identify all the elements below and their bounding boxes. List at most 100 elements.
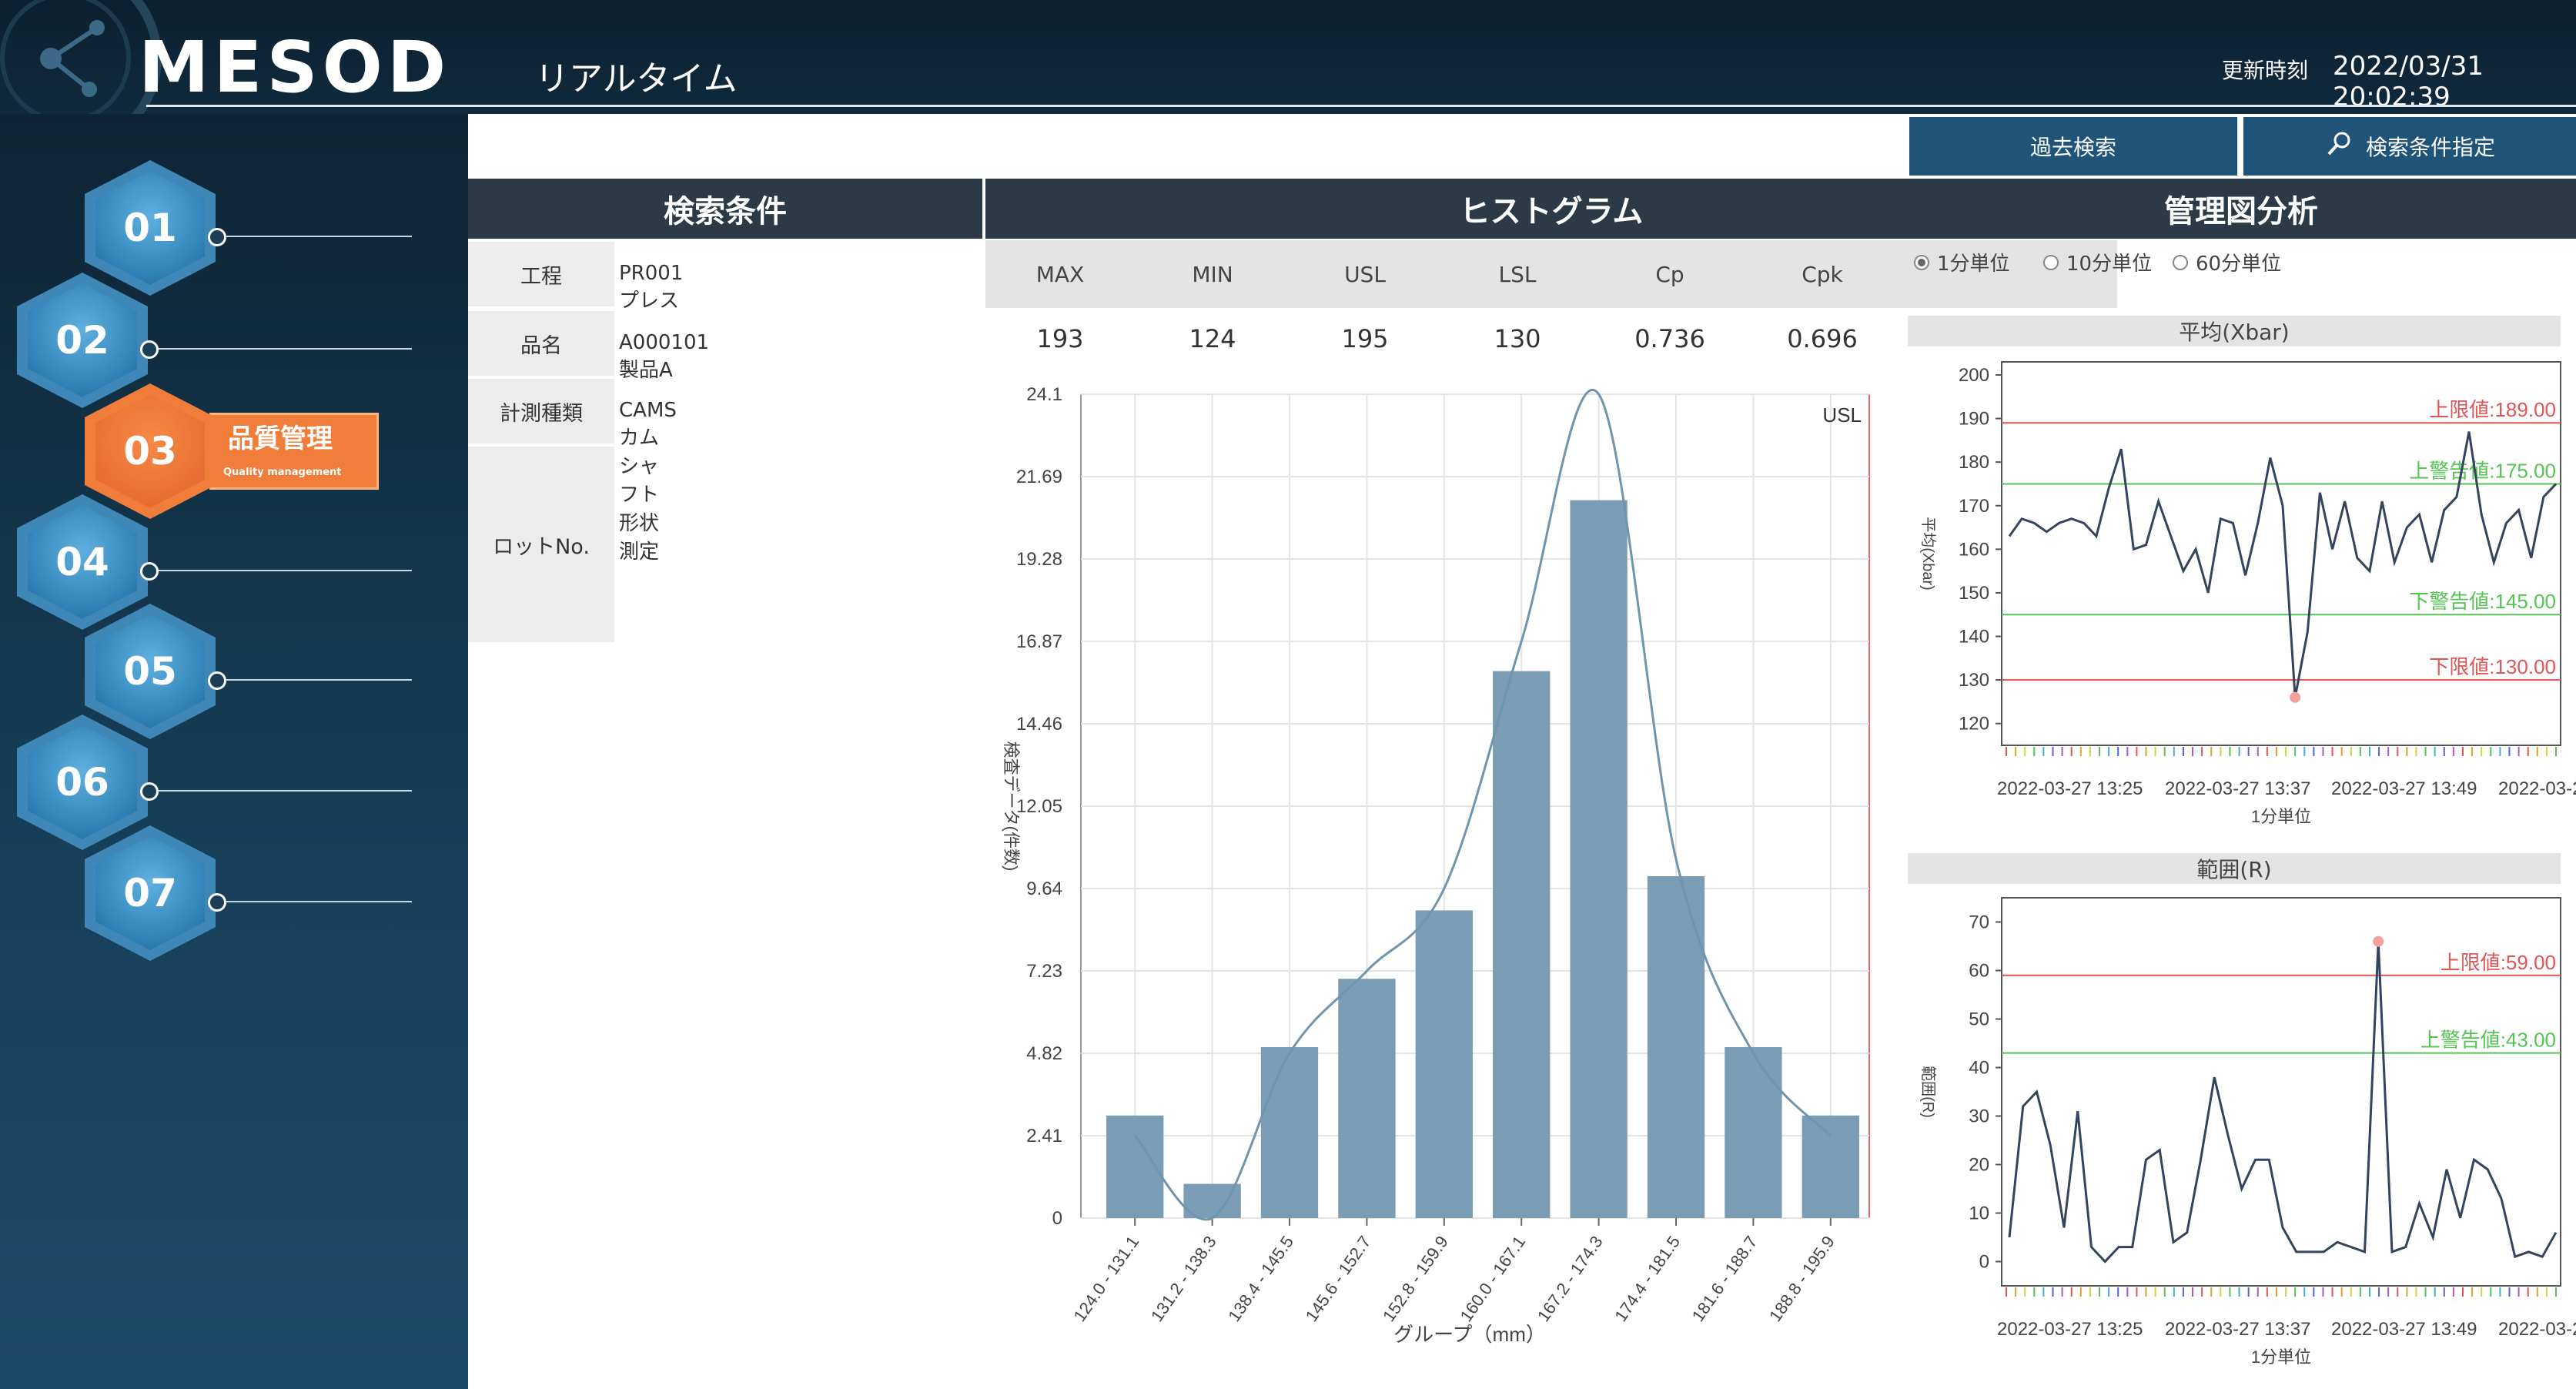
radio-label: 60分単位 [2196, 253, 2282, 276]
nav-number: 07 [95, 836, 205, 950]
outlier-point[interactable] [2290, 691, 2301, 703]
y-tick-label: 140 [1959, 627, 1989, 648]
nav-connector-line [223, 679, 412, 681]
y-tick-label: 160 [1959, 539, 1989, 560]
y-tick-label: 20 [1969, 1155, 1989, 1176]
nav-item-title: 品質管理 [228, 423, 333, 454]
nav-number: 06 [28, 725, 137, 839]
hist-y-tick: 2.41 [1026, 1126, 1062, 1146]
hist-y-tick: 14.46 [1016, 714, 1062, 735]
y-tick-label: 30 [1969, 1106, 1989, 1127]
header-divider [146, 105, 2576, 107]
hist-x-tick: 138.4 - 145.5 [1224, 1233, 1297, 1326]
histogram-bar [1725, 1047, 1782, 1218]
condition-label: 計測種類 [468, 379, 614, 443]
histogram-bar [1493, 671, 1551, 1218]
hist-x-tick: 167.2 - 174.3 [1534, 1233, 1607, 1326]
usl-label: USL [1822, 403, 1862, 427]
nav-connector-line [223, 236, 412, 237]
hist-y-tick: 4.82 [1026, 1043, 1062, 1064]
x-axis-label: 1分単位 [2251, 1347, 2311, 1367]
y-tick-label: 60 [1969, 961, 1989, 982]
stat-label: LSL [1498, 261, 1537, 287]
nav-number: 01 [95, 171, 205, 285]
xbar-chart: 120 130 140 150 160 170 180 190 200 上限値:189.00 上警告… [1919, 361, 2576, 826]
radio-option[interactable]: 60分単位 [2173, 248, 2281, 276]
hist-x-tick: 181.6 - 188.7 [1688, 1233, 1761, 1326]
y-tick-label: 180 [1959, 452, 1989, 473]
hist-x-tick: 131.2 - 138.3 [1147, 1233, 1220, 1326]
y-tick-label: 200 [1959, 365, 1989, 386]
y-tick-label: 0 [1979, 1252, 1989, 1273]
hist-y-tick: 7.23 [1026, 961, 1062, 982]
stat-label: Cp [1655, 261, 1684, 287]
outlier-point[interactable] [2373, 935, 2384, 947]
histogram-bar [1647, 876, 1705, 1218]
hist-y-label: 検査データ(件数) [1002, 741, 1021, 872]
control-panel-title: 管理図分析 [1906, 179, 2576, 239]
nav-number: 04 [28, 505, 137, 619]
condition-label: 品名 [468, 311, 614, 376]
x-tick-label: 2022-03-27 14:01 [2498, 778, 2576, 799]
condition-value: PR001 プレス [619, 262, 684, 313]
hist-x-tick: 145.6 - 152.7 [1302, 1233, 1375, 1326]
stat-value: 195 [1341, 324, 1389, 353]
limit-label: 下警告値:145.00 [2409, 590, 2556, 613]
radio-dot-icon [2043, 254, 2059, 270]
y-tick-label: 10 [1969, 1203, 1989, 1224]
x-tick-label: 2022-03-27 13:49 [2331, 778, 2477, 799]
top-bar: MESOD リアルタイム 更新時刻 2022/03/31 20:02:39 [0, 0, 2576, 154]
x-tick-label: 2022-03-27 14:01 [2498, 1319, 2576, 1340]
nav-connector-line [156, 570, 412, 571]
past-search-button[interactable]: 過去検索 [1909, 117, 2237, 176]
brand-logo: MESOD [139, 26, 451, 109]
radio-option[interactable]: 1分単位 [1914, 248, 2010, 276]
limit-label: 上限値:189.00 [2429, 398, 2556, 421]
range-chart: 0 10 20 30 40 50 60 70 上限値:59.00 上警告値:43.00 2022-0… [1919, 897, 2576, 1367]
radio-option[interactable]: 10分単位 [2043, 248, 2152, 276]
hist-x-tick: 160.0 - 167.1 [1456, 1233, 1529, 1326]
condition-value: CAMS カムシャフト形状測定 [619, 399, 677, 564]
nav-dot-icon [208, 228, 226, 246]
condition-label: 工程 [468, 242, 614, 306]
histogram-bar [1260, 1047, 1319, 1218]
nav-item-subtitle: Quality management [223, 467, 342, 478]
search-condition-label: 検索条件指定 [2365, 135, 2495, 160]
hist-x-label: グループ（mm） [1393, 1323, 1546, 1346]
stat-label: MAX [1035, 261, 1085, 287]
y-tick-label: 150 [1959, 583, 1989, 604]
y-axis-label: 範囲(R) [1919, 1066, 1937, 1118]
app-root: MESOD リアルタイム 更新時刻 2022/03/31 20:02:39 01… [0, 0, 2576, 1389]
hist-x-tick: 188.8 - 195.9 [1765, 1233, 1838, 1326]
nav-dot-icon [208, 893, 226, 912]
hist-y-tick: 12.05 [1016, 796, 1062, 817]
limit-label: 上警告値:43.00 [2420, 1029, 2556, 1052]
condition-value: A000101 製品A [619, 331, 710, 382]
histogram-bar [1570, 500, 1628, 1218]
radio-dot-icon [1914, 254, 1929, 270]
y-tick-label: 120 [1959, 714, 1989, 735]
stat-label: USL [1344, 261, 1386, 287]
condition-label: ロットNo. [468, 447, 614, 642]
stat-value: 0.696 [1787, 324, 1858, 353]
x-tick-label: 2022-03-27 13:25 [1997, 778, 2143, 799]
hist-x-tick: 124.0 - 131.1 [1069, 1233, 1142, 1326]
stat-value: 0.736 [1634, 324, 1705, 353]
hist-y-tick: 9.64 [1026, 879, 1062, 899]
limit-label: 上限値:59.00 [2441, 951, 2556, 974]
nav-dot-icon [140, 782, 159, 801]
nav-connector-line [156, 790, 412, 792]
nav-connector-line [156, 348, 412, 350]
x-tick-label: 2022-03-27 13:49 [2331, 1319, 2477, 1340]
y-tick-label: 50 [1969, 1009, 1989, 1030]
nav-dot-icon [140, 340, 159, 359]
y-tick-label: 40 [1969, 1058, 1989, 1079]
histogram-bar [1338, 979, 1396, 1218]
y-tick-label: 170 [1959, 496, 1989, 517]
nav-dot-icon [208, 671, 226, 690]
search-condition-button[interactable]: 検索条件指定 [2243, 117, 2576, 176]
histogram-bar [1415, 910, 1473, 1218]
stat-value: 193 [1036, 324, 1084, 353]
y-tick-label: 130 [1959, 670, 1989, 691]
update-time-value: 2022/03/31 20:02:39 [2333, 51, 2484, 112]
